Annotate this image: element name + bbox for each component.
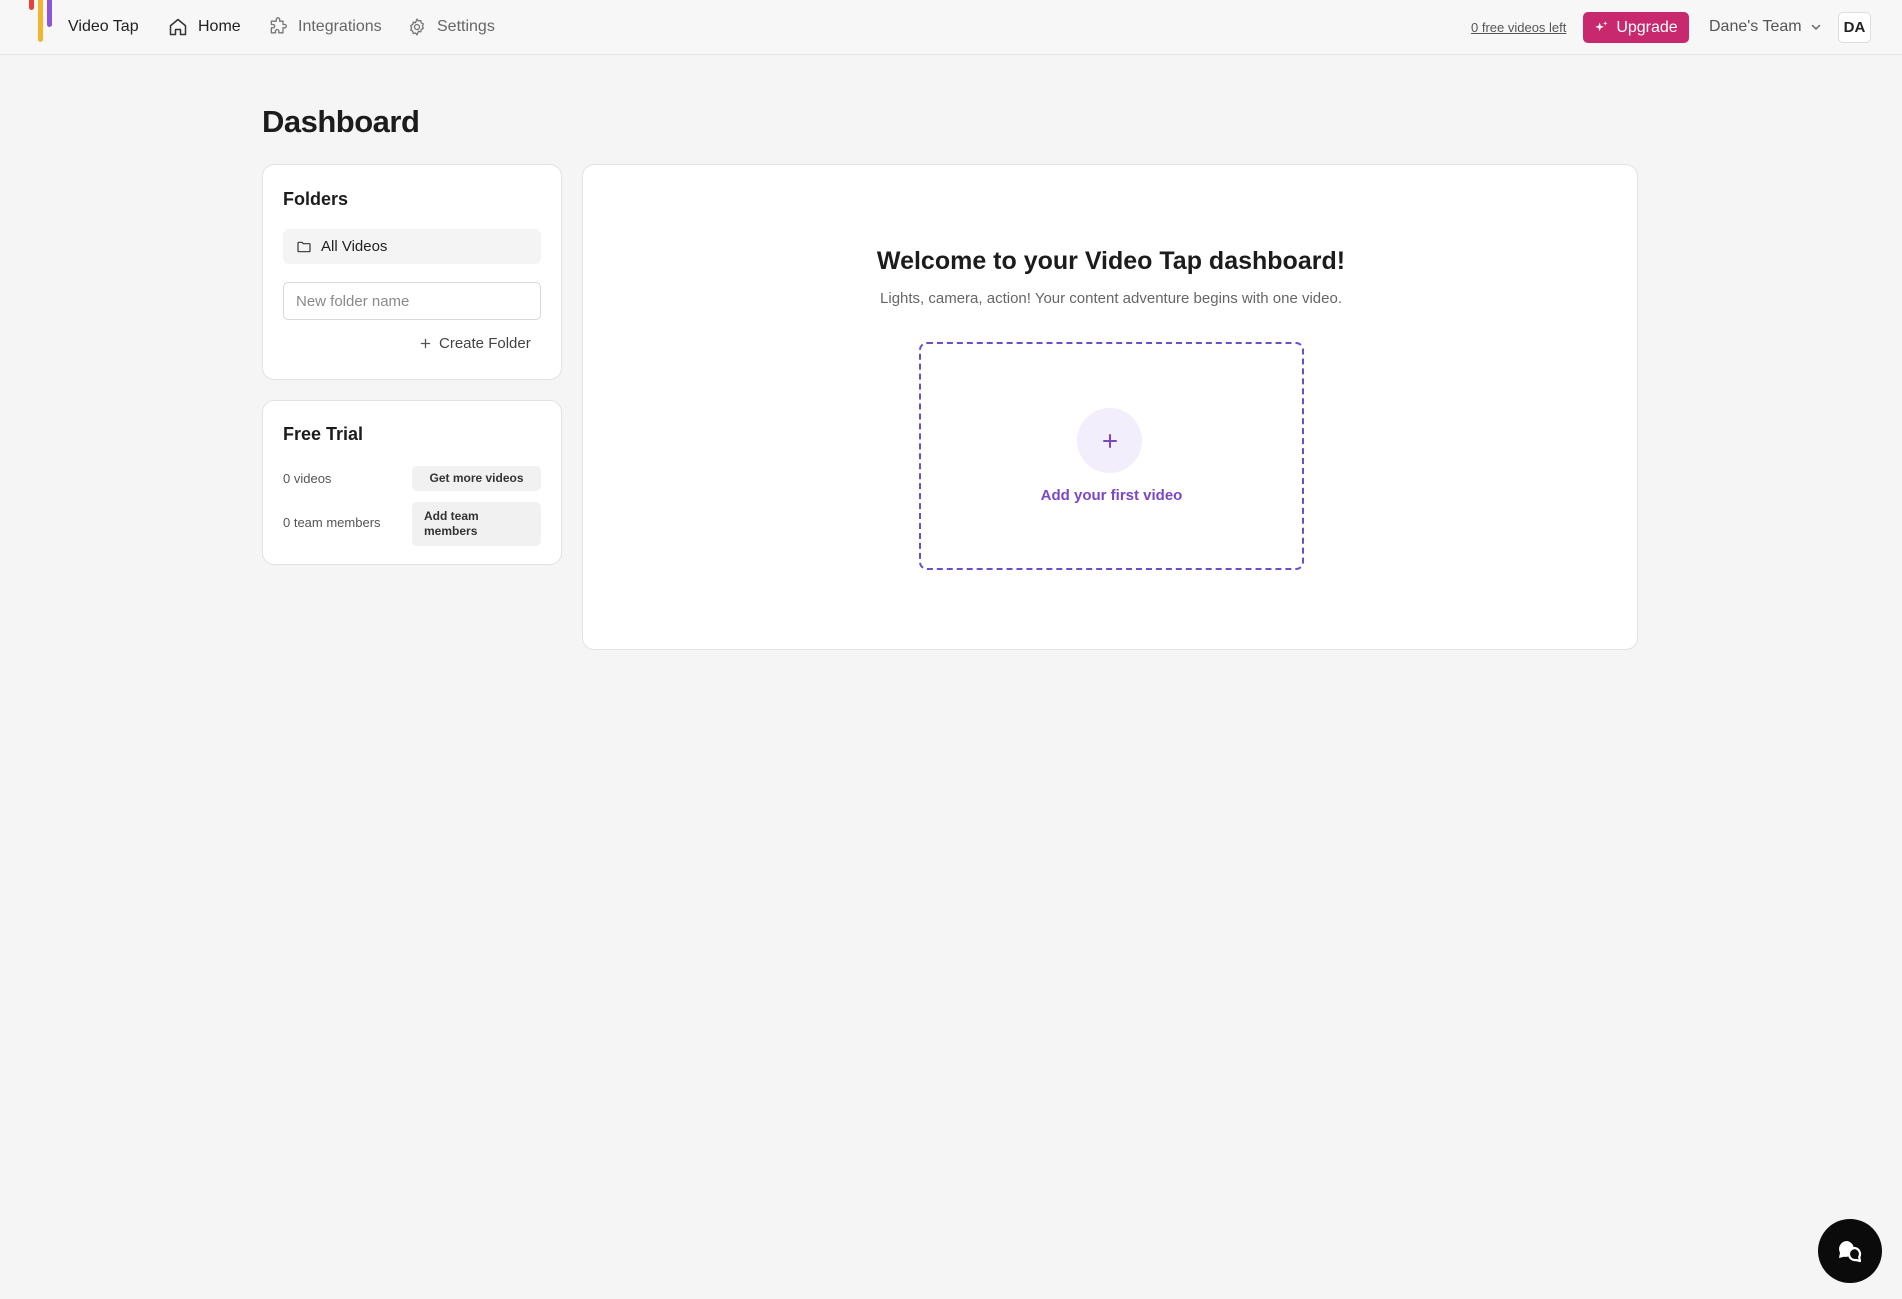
plus-icon — [420, 338, 431, 348]
nav-settings-label: Settings — [437, 18, 495, 35]
add-team-label-line1: Add team — [424, 509, 479, 523]
folder-icon — [297, 241, 311, 252]
team-members-count: 0 team members — [283, 515, 381, 530]
nav-settings[interactable]: Settings — [407, 14, 495, 40]
new-folder-name-input[interactable] — [283, 282, 541, 320]
upgrade-button[interactable]: Upgrade — [1583, 12, 1689, 43]
free-trial-title: Free Trial — [283, 424, 364, 444]
free-trial-card: Free Trial 0 videos Get more videos 0 te… — [262, 400, 562, 565]
nav-home[interactable]: Home — [168, 14, 241, 40]
top-bar: Video Tap Home Integrations Settings 0 f… — [0, 0, 1902, 55]
videos-count: 0 videos — [283, 471, 332, 486]
chat-bubble-icon — [1839, 1241, 1862, 1263]
get-more-videos-label: Get more videos — [429, 471, 524, 485]
nav-home-label: Home — [198, 18, 241, 35]
sparkle-icon — [1595, 21, 1608, 32]
add-video-plus-button[interactable] — [1077, 408, 1142, 473]
free-videos-left-link[interactable]: 0 free videos left — [1471, 20, 1566, 35]
chevron-down-icon — [1811, 24, 1820, 30]
get-more-videos-button[interactable]: Get more videos — [412, 466, 541, 491]
chat-support-button[interactable] — [1818, 1219, 1882, 1283]
folders-title: Folders — [283, 189, 349, 209]
team-selector[interactable]: Dane's Team — [1709, 18, 1822, 36]
gear-icon — [410, 18, 424, 36]
welcome-subtitle: Lights, camera, action! Your content adv… — [880, 290, 1342, 307]
plus-icon — [1102, 433, 1117, 448]
folder-item-all-videos[interactable]: All Videos — [283, 229, 541, 264]
welcome-title: Welcome to your Video Tap dashboard! — [876, 247, 1346, 275]
nav-integrations-label: Integrations — [298, 18, 382, 35]
folders-card: Folders All Videos Create Folder — [262, 164, 562, 380]
user-avatar[interactable]: DA — [1838, 12, 1871, 43]
create-folder-label: Create Folder — [439, 334, 531, 352]
add-first-video-label[interactable]: Add your first video — [921, 487, 1302, 504]
puzzle-icon — [270, 17, 287, 34]
add-video-dropzone[interactable]: Add your first video — [919, 342, 1304, 570]
brand-name[interactable]: Video Tap — [68, 18, 139, 36]
team-label: Dane's Team — [1709, 18, 1802, 35]
create-folder-button[interactable]: Create Folder — [420, 333, 531, 353]
welcome-card: Welcome to your Video Tap dashboard! Lig… — [582, 164, 1638, 650]
video-tap-logo[interactable] — [29, 0, 57, 44]
page-title: Dashboard — [262, 104, 420, 139]
upgrade-label: Upgrade — [1616, 18, 1678, 36]
folder-item-label: All Videos — [321, 238, 388, 255]
home-icon — [169, 18, 187, 36]
nav-integrations[interactable]: Integrations — [268, 14, 382, 40]
add-team-members-button[interactable]: Add team members — [412, 502, 541, 546]
add-team-label-line2: members — [424, 524, 478, 538]
